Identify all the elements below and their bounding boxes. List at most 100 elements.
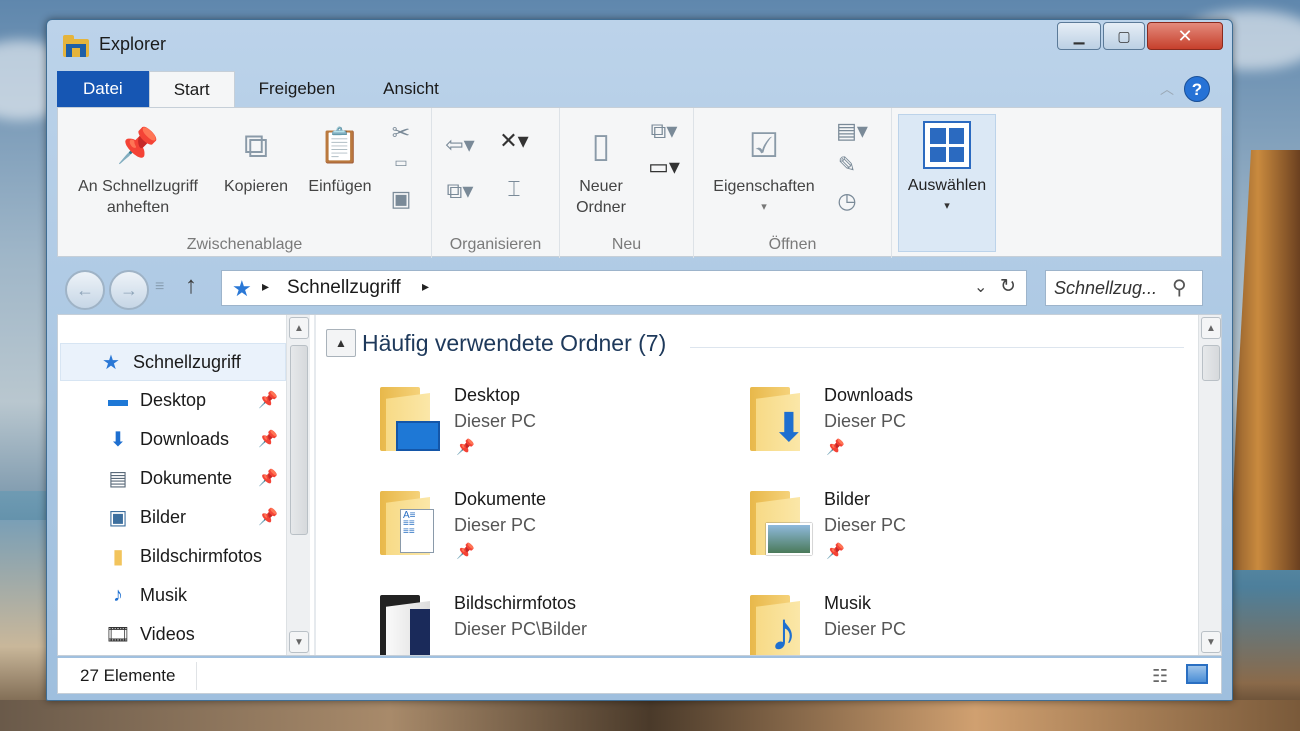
music-icon: ♪ bbox=[113, 583, 123, 606]
folder-name: Desktop bbox=[454, 385, 521, 405]
paste-shortcut-icon[interactable]: ▣ bbox=[386, 186, 416, 212]
nav-item-label: Musik bbox=[140, 584, 188, 605]
nav-scrollbar[interactable]: ▲ ▼ bbox=[286, 315, 310, 655]
help-icon[interactable]: ? bbox=[1184, 76, 1210, 102]
easy-access-icon[interactable]: ▭▾ bbox=[644, 154, 684, 180]
tiles-view-icon[interactable] bbox=[1186, 664, 1208, 684]
search-input[interactable]: Schnellzug... ⚲ bbox=[1045, 270, 1203, 306]
tab-ansicht[interactable]: Ansicht bbox=[359, 71, 463, 107]
title-bar[interactable]: Explorer ▁ ▢ ✕ bbox=[47, 20, 1232, 70]
close-icon: ✕ bbox=[1177, 25, 1193, 46]
nav-item-dokumente[interactable]: ▤ Dokumente 📌 bbox=[58, 459, 288, 497]
download-icon: ⬇ bbox=[109, 428, 127, 451]
picture-icon: ▣ bbox=[108, 506, 128, 529]
minimize-icon: ▁ bbox=[1073, 27, 1085, 44]
scroll-up-icon[interactable]: ▲ bbox=[1201, 317, 1221, 339]
screenshot-icon bbox=[410, 609, 430, 655]
pin-quick-access-button[interactable]: 📌 An Schnellzugriff anheften bbox=[62, 116, 214, 218]
properties-button[interactable]: ☑ Eigenschaften ▾ bbox=[702, 116, 826, 218]
open-icon[interactable]: ▤▾ bbox=[832, 118, 872, 144]
scroll-thumb[interactable] bbox=[1202, 345, 1220, 381]
scroll-down-icon[interactable]: ▼ bbox=[1201, 631, 1221, 653]
nav-item-videos[interactable]: 🎞 Videos bbox=[58, 615, 288, 653]
select-button[interactable]: Auswählen ▾ bbox=[898, 114, 996, 252]
nav-item-bildschirmfotos[interactable]: ▮ Bildschirmfotos bbox=[58, 537, 288, 575]
folder-tile-desktop[interactable]: Desktop Dieser PC 📌 bbox=[380, 385, 740, 481]
desktop-icon bbox=[396, 421, 440, 451]
tab-start[interactable]: Start bbox=[148, 71, 235, 107]
folder-tile-musik[interactable]: ♪ Musik Dieser PC bbox=[750, 593, 1110, 655]
pin-icon: 📌 bbox=[456, 439, 475, 456]
nav-item-schnellzugriff[interactable]: ★ Schnellzugriff bbox=[60, 343, 286, 381]
address-bar[interactable]: ★ ▸ Schnellzugriff ▸ ⌄ ↻ bbox=[221, 270, 1027, 306]
new-folder-button[interactable]: ▯ Neuer Ordner bbox=[564, 116, 638, 218]
address-path[interactable]: Schnellzugriff bbox=[287, 277, 401, 299]
maximize-button[interactable]: ▢ bbox=[1103, 22, 1145, 50]
main-scrollbar[interactable]: ▲ ▼ bbox=[1198, 315, 1221, 655]
chevron-right-icon[interactable]: ▸ bbox=[262, 278, 269, 295]
nav-item-bilder[interactable]: ▣ Bilder 📌 bbox=[58, 498, 288, 536]
collapse-section-icon[interactable]: ▲ bbox=[326, 329, 356, 357]
nav-item-label: Videos bbox=[140, 623, 195, 644]
pin-icon: 📌 bbox=[116, 126, 160, 165]
group-new: ▯ Neuer Ordner ⧉▾ ▭▾ Neu bbox=[560, 108, 694, 258]
recent-locations-icon[interactable]: ≡ bbox=[155, 278, 164, 296]
pin-icon[interactable]: 📌 bbox=[258, 390, 278, 410]
folder-tile-bildschirmfotos[interactable]: Bildschirmfotos Dieser PC\Bilder bbox=[380, 593, 740, 655]
pin-icon: 📌 bbox=[456, 543, 475, 560]
folder-icon bbox=[750, 489, 812, 561]
rename-icon[interactable]: ⌶ bbox=[494, 176, 534, 202]
select-label: Auswählen bbox=[907, 177, 987, 194]
scroll-thumb[interactable] bbox=[290, 345, 308, 535]
pin-icon[interactable]: 📌 bbox=[258, 468, 278, 488]
minimize-button[interactable]: ▁ bbox=[1057, 22, 1101, 50]
back-button[interactable]: ← bbox=[65, 270, 105, 310]
close-button[interactable]: ✕ bbox=[1147, 22, 1223, 50]
refresh-icon[interactable]: ↻ bbox=[1000, 275, 1016, 298]
folder-tile-dokumente[interactable]: A≡ ≡≡ ≡≡ Dokumente Dieser PC 📌 bbox=[380, 489, 740, 585]
tab-datei[interactable]: Datei bbox=[57, 71, 149, 107]
chevron-right-icon[interactable]: ▸ bbox=[422, 278, 429, 295]
pin-icon[interactable]: 📌 bbox=[258, 429, 278, 449]
tab-freigeben[interactable]: Freigeben bbox=[235, 71, 360, 107]
collapse-ribbon-icon[interactable]: ︿ bbox=[1160, 79, 1174, 99]
folder-tile-downloads[interactable]: ⬇ Downloads Dieser PC 📌 bbox=[750, 385, 1110, 481]
new-folder-label: Ordner bbox=[576, 199, 626, 216]
new-folder-icon: ▯ bbox=[591, 126, 611, 165]
history-icon[interactable]: ◷ bbox=[832, 188, 862, 214]
group-label: Neu bbox=[611, 236, 642, 253]
details-view-icon[interactable]: ☷ bbox=[1152, 666, 1168, 687]
nav-item-downloads[interactable]: ⬇ Downloads 📌 bbox=[58, 420, 288, 458]
scroll-up-icon[interactable]: ▲ bbox=[289, 317, 309, 339]
paste-button[interactable]: 📋 Einfügen bbox=[300, 116, 380, 197]
nav-item-musik[interactable]: ♪ Musik bbox=[58, 576, 288, 614]
section-header[interactable]: ▲ Häufig verwendete Ordner (7) bbox=[326, 329, 666, 357]
copy-button[interactable]: ⧉ Kopieren bbox=[216, 116, 296, 197]
folder-tile-bilder[interactable]: Bilder Dieser PC 📌 bbox=[750, 489, 1110, 585]
pin-icon[interactable]: 📌 bbox=[258, 507, 278, 527]
cut-icon[interactable]: ✂ bbox=[386, 120, 416, 146]
delete-icon[interactable]: ✕▾ bbox=[494, 128, 534, 154]
forward-arrow-icon: → bbox=[120, 279, 138, 300]
pin-icon: 📌 bbox=[826, 543, 845, 560]
move-to-icon[interactable]: ⇦▾ bbox=[440, 132, 480, 158]
pane-splitter[interactable] bbox=[314, 315, 316, 655]
explorer-window: Explorer ▁ ▢ ✕ Datei Start Freigeben Ans… bbox=[46, 19, 1233, 701]
paste-label: Einfügen bbox=[308, 178, 372, 195]
folder-icon bbox=[380, 593, 442, 655]
edit-icon[interactable]: ✎ bbox=[832, 152, 862, 178]
chevron-down-icon[interactable]: ⌄ bbox=[974, 277, 987, 297]
navigation-pane: ★ Schnellzugriff ▬ Desktop 📌 ⬇ Downloads… bbox=[58, 315, 316, 655]
search-placeholder: Schnellzug... bbox=[1054, 278, 1158, 298]
status-divider bbox=[196, 662, 197, 690]
forward-button[interactable]: → bbox=[109, 270, 149, 310]
picture-icon bbox=[766, 523, 812, 555]
new-item-icon[interactable]: ⧉▾ bbox=[644, 118, 684, 144]
navigation-bar: ← → ≡ ↑ ★ ▸ Schnellzugriff ▸ ⌄ ↻ Schnell… bbox=[57, 260, 1222, 312]
scroll-down-icon[interactable]: ▼ bbox=[289, 631, 309, 653]
up-arrow-icon[interactable]: ↑ bbox=[185, 272, 197, 300]
copy-path-icon[interactable]: ▭ bbox=[386, 154, 416, 171]
nav-item-desktop[interactable]: ▬ Desktop 📌 bbox=[58, 381, 288, 419]
copy-to-icon[interactable]: ⧉▾ bbox=[440, 178, 480, 204]
search-icon[interactable]: ⚲ bbox=[1172, 275, 1187, 300]
